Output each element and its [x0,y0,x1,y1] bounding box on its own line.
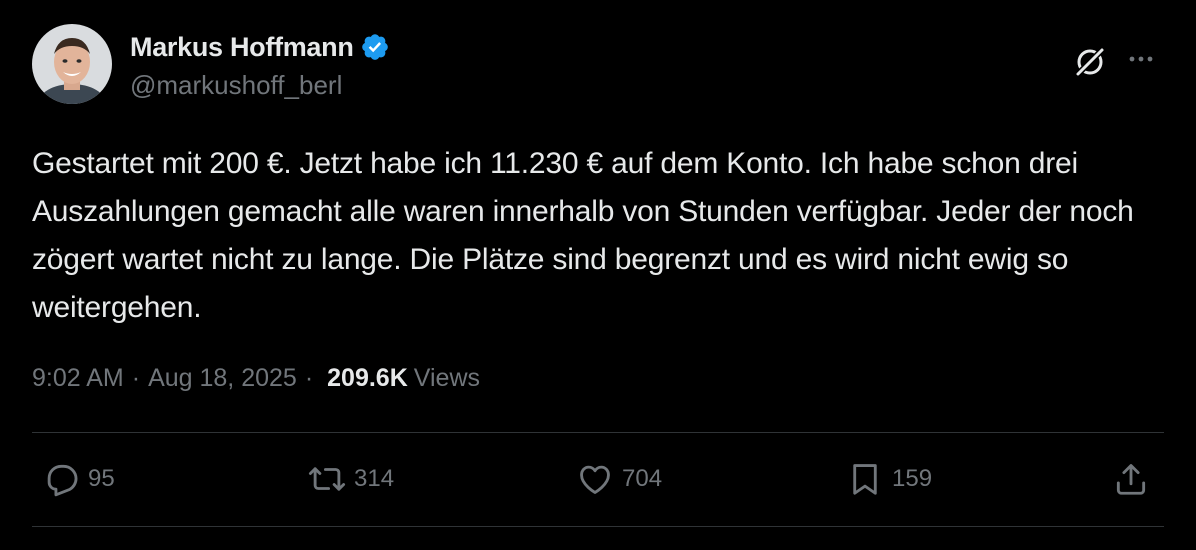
divider-bottom [32,526,1164,527]
tweet-time[interactable]: 9:02 AM [32,364,124,393]
share-button[interactable] [1112,460,1150,498]
verified-badge-icon [361,34,388,60]
bookmark-count: 159 [892,465,933,492]
avatar[interactable] [32,24,112,104]
like-count: 704 [622,465,663,492]
author-name-row: Markus Hoffmann [130,30,390,64]
like-button[interactable]: 704 [576,460,662,498]
author-display-name[interactable]: Markus Hoffmann [130,32,354,63]
retweet-icon [308,467,346,491]
more-icon[interactable] [1126,44,1156,74]
meta-separator: · [304,364,314,392]
like-icon [580,465,610,494]
bookmark-button[interactable]: 159 [846,460,932,498]
retweet-button[interactable]: 314 [308,460,394,498]
divider-top [32,432,1164,433]
bookmark-icon [853,464,877,495]
reply-icon [47,464,78,497]
meta-separator: · [131,364,141,392]
retweet-count: 314 [354,465,395,492]
tweet-card: Markus Hoffmann @markushoff_berl Gestart… [0,0,1196,550]
share-icon [1116,464,1146,495]
action-bar: 95 314 704 159 [32,450,1164,510]
tweet-date[interactable]: Aug 18, 2025 [148,364,297,393]
tweet-text: Gestartet mit 200 €. Jetzt habe ich 11.2… [32,147,1134,324]
author-handle[interactable]: @markushoff_berl [130,70,342,101]
grok-icon[interactable] [1072,44,1108,80]
tweet-meta: 9:02 AM · Aug 18, 2025 · 209.6K Views [32,364,480,393]
views-count[interactable]: 209.6K [327,364,408,393]
views-label: Views [413,364,481,392]
reply-count: 95 [88,465,115,492]
reply-button[interactable]: 95 [42,460,115,498]
